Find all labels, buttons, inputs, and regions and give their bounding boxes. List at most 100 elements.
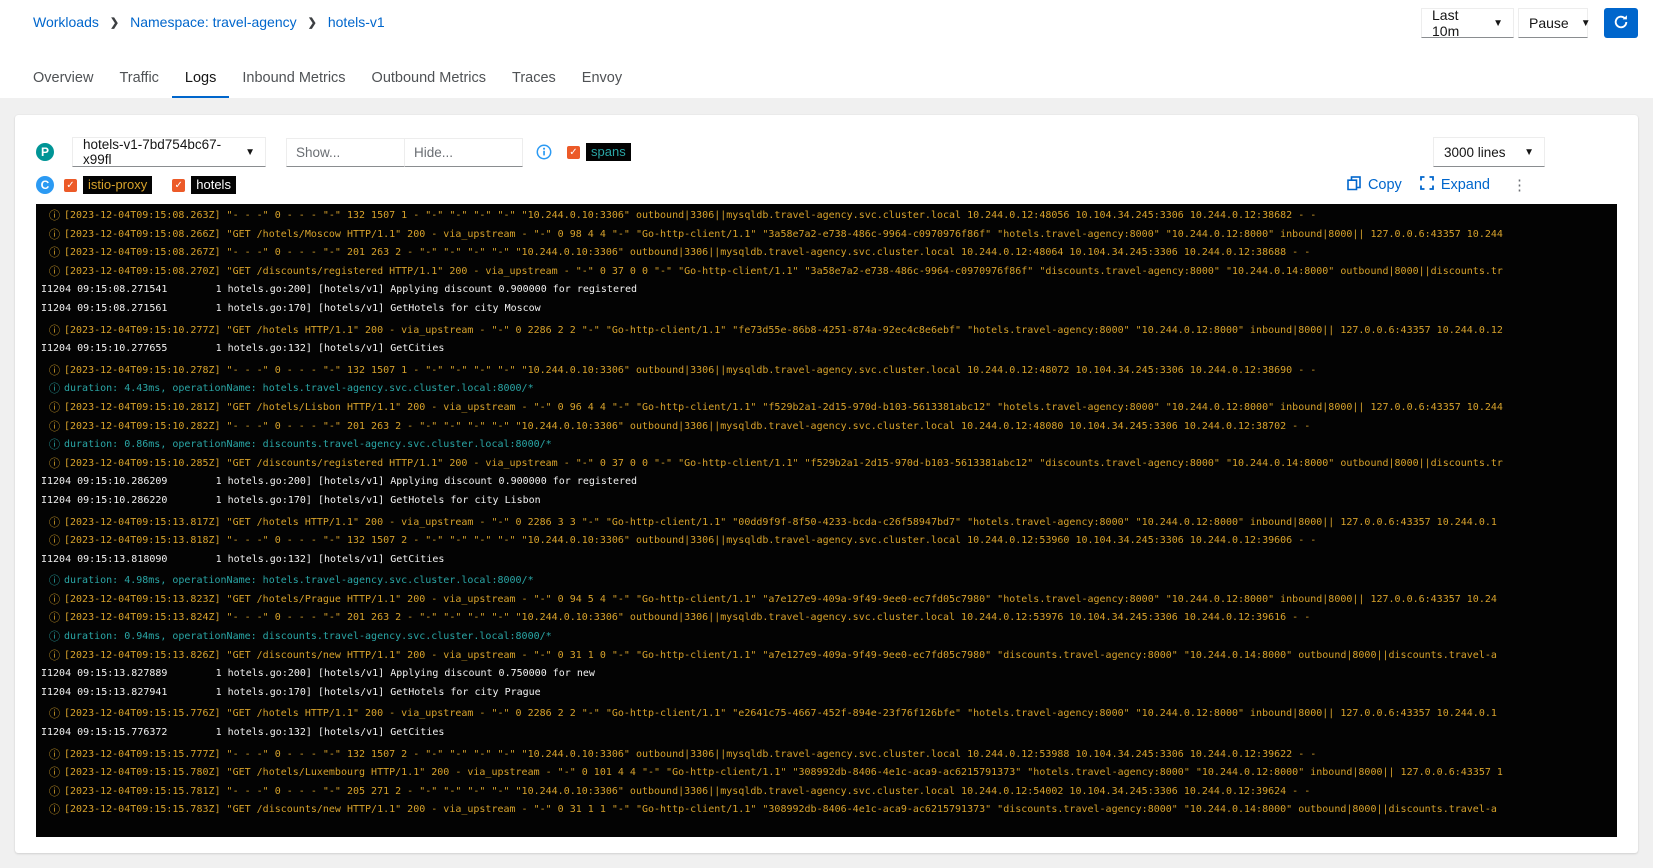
container-toggle: ✓ hotels xyxy=(172,176,236,194)
tab-outbound-metrics[interactable]: Outbound Metrics xyxy=(359,62,499,99)
spans-label[interactable]: spans xyxy=(586,143,631,161)
pod-dropdown-value: hotels-v1-7bd754bc67-x99fl xyxy=(83,137,233,167)
pod-badge: P xyxy=(36,143,54,161)
log-line: ⓘ[2023-12-04T09:15:15.777Z] "- - -" 0 - … xyxy=(41,746,1617,765)
expand-button[interactable]: Expand xyxy=(1420,176,1490,194)
container-toggles: ✓ istio-proxy ✓ hotels xyxy=(54,176,236,194)
pod-dropdown[interactable]: hotels-v1-7bd754bc67-x99fl ▼ xyxy=(72,137,266,167)
chevron-down-icon: ▼ xyxy=(233,147,255,158)
hide-filter-input[interactable] xyxy=(404,138,523,167)
tab-inbound-metrics[interactable]: Inbound Metrics xyxy=(229,62,358,99)
log-line-text: I1204 09:15:08.271541 1 hotels.go:200] [… xyxy=(41,281,637,300)
time-controls: Last 10m ▼ Pause ▼ xyxy=(1421,8,1638,38)
tab-logs[interactable]: Logs xyxy=(172,62,229,99)
log-line: ⓘ[2023-12-04T09:15:13.824Z] "- - -" 0 - … xyxy=(41,609,1617,628)
log-line-text: [2023-12-04T09:15:15.780Z] "GET /hotels/… xyxy=(64,764,1503,783)
time-range-dropdown[interactable]: Last 10m ▼ xyxy=(1421,8,1514,38)
log-line: ⓘ[2023-12-04T09:15:15.780Z] "GET /hotels… xyxy=(41,764,1617,783)
tab-bar: OverviewTrafficLogsInbound MetricsOutbou… xyxy=(0,62,1653,99)
log-line: ⓘ[2023-12-04T09:15:13.818Z] "- - -" 0 - … xyxy=(41,532,1617,551)
tab-envoy[interactable]: Envoy xyxy=(569,62,635,99)
log-line: ⓘ[2023-12-04T09:15:13.826Z] "GET /discou… xyxy=(41,647,1617,666)
log-line-text: [2023-12-04T09:15:10.277Z] "GET /hotels … xyxy=(64,322,1503,341)
copy-button[interactable]: Copy xyxy=(1347,176,1402,195)
info-circle-icon: ⓘ xyxy=(49,322,61,341)
expand-icon xyxy=(1420,176,1434,194)
container-badge: C xyxy=(36,176,54,194)
spans-checkbox[interactable]: ✓ xyxy=(567,146,580,159)
breadcrumb-item[interactable]: hotels-v1 xyxy=(328,14,385,30)
log-line: I1204 09:15:13.827889 1 hotels.go:200] [… xyxy=(41,665,1617,684)
tab-overview[interactable]: Overview xyxy=(20,62,106,99)
time-range-value: Last 10m xyxy=(1432,7,1481,39)
log-line-text: I1204 09:15:10.286220 1 hotels.go:170] [… xyxy=(41,492,541,511)
log-line-text: [2023-12-04T09:15:13.817Z] "GET /hotels … xyxy=(64,514,1497,533)
log-line-text: [2023-12-04T09:15:08.263Z] "- - -" 0 - -… xyxy=(64,207,1316,226)
log-line-text: [2023-12-04T09:15:13.818Z] "- - -" 0 - -… xyxy=(64,532,1316,551)
container-checkbox[interactable]: ✓ xyxy=(172,179,185,192)
log-line: ⓘ[2023-12-04T09:15:13.823Z] "GET /hotels… xyxy=(41,591,1617,610)
log-line-text: I1204 09:15:10.286209 1 hotels.go:200] [… xyxy=(41,473,637,492)
log-line: I1204 09:15:08.271561 1 hotels.go:170] [… xyxy=(41,300,1617,319)
info-circle-icon: ⓘ xyxy=(49,532,61,551)
refresh-button[interactable] xyxy=(1604,8,1638,38)
info-circle-icon: ⓘ xyxy=(49,764,61,783)
log-line: ⓘ[2023-12-04T09:15:15.776Z] "GET /hotels… xyxy=(41,705,1617,724)
breadcrumb-item[interactable]: Namespace: travel-agency xyxy=(130,14,297,30)
container-label[interactable]: hotels xyxy=(191,176,236,194)
info-circle-icon: ⓘ xyxy=(49,801,61,820)
refresh-interval-value: Pause xyxy=(1529,15,1569,31)
log-line-text: duration: 4.43ms, operationName: hotels.… xyxy=(64,380,534,399)
info-circle-icon: ⓘ xyxy=(49,436,61,455)
log-line: ⓘ[2023-12-04T09:15:08.266Z] "GET /hotels… xyxy=(41,226,1617,245)
log-line-text: [2023-12-04T09:15:10.281Z] "GET /hotels/… xyxy=(64,399,1503,418)
kebab-menu[interactable]: ⋮ xyxy=(1512,178,1527,193)
log-line: ⓘ[2023-12-04T09:15:15.781Z] "- - -" 0 - … xyxy=(41,783,1617,802)
log-line-text: duration: 0.94ms, operationName: discoun… xyxy=(64,628,552,647)
log-line-text: I1204 09:15:08.271561 1 hotels.go:170] [… xyxy=(41,300,541,319)
log-line-text: I1204 09:15:10.277655 1 hotels.go:132] [… xyxy=(41,340,444,359)
log-line-text: [2023-12-04T09:15:15.783Z] "GET /discoun… xyxy=(64,801,1497,820)
copy-label: Copy xyxy=(1368,177,1402,193)
log-line-text: [2023-12-04T09:15:10.278Z] "- - -" 0 - -… xyxy=(64,362,1316,381)
refresh-interval-dropdown[interactable]: Pause ▼ xyxy=(1518,8,1588,38)
chevron-right-icon: ❯ xyxy=(308,16,317,29)
log-line: I1204 09:15:10.286220 1 hotels.go:170] [… xyxy=(41,492,1617,511)
info-circle-icon: ⓘ xyxy=(49,647,61,666)
info-circle-icon: ⓘ xyxy=(49,591,61,610)
log-line: ⓘ[2023-12-04T09:15:08.267Z] "- - -" 0 - … xyxy=(41,244,1617,263)
log-line-text: I1204 09:15:15.776372 1 hotels.go:132] [… xyxy=(41,724,444,743)
log-line-text: I1204 09:15:13.818090 1 hotels.go:132] [… xyxy=(41,551,444,570)
info-icon[interactable] xyxy=(536,144,552,160)
log-line: I1204 09:15:13.827941 1 hotels.go:170] [… xyxy=(41,684,1617,703)
content-section: P hotels-v1-7bd754bc67-x99fl ▼ ✓ spans 3… xyxy=(0,98,1653,868)
container-label[interactable]: istio-proxy xyxy=(83,176,152,194)
log-line: ⓘduration: 4.43ms, operationName: hotels… xyxy=(41,380,1617,399)
info-circle-icon: ⓘ xyxy=(49,244,61,263)
info-circle-icon: ⓘ xyxy=(49,783,61,802)
info-circle-icon: ⓘ xyxy=(49,514,61,533)
chevron-down-icon: ▼ xyxy=(1569,18,1591,29)
log-line-text: [2023-12-04T09:15:13.823Z] "GET /hotels/… xyxy=(64,591,1497,610)
log-pane[interactable]: ⓘ[2023-12-04T09:15:08.263Z] "- - -" 0 - … xyxy=(36,204,1617,837)
lines-dropdown[interactable]: 3000 lines ▼ xyxy=(1433,137,1545,167)
log-line: ⓘduration: 0.86ms, operationName: discou… xyxy=(41,436,1617,455)
tab-traffic[interactable]: Traffic xyxy=(106,62,171,99)
info-circle-icon: ⓘ xyxy=(49,609,61,628)
info-circle-icon: ⓘ xyxy=(49,455,61,474)
log-line-text: duration: 0.86ms, operationName: discoun… xyxy=(64,436,552,455)
log-line: ⓘ[2023-12-04T09:15:08.263Z] "- - -" 0 - … xyxy=(41,207,1617,226)
breadcrumb-item[interactable]: Workloads xyxy=(33,14,99,30)
log-line-text: duration: 4.98ms, operationName: hotels.… xyxy=(64,572,534,591)
show-filter-input[interactable] xyxy=(286,138,405,167)
copy-icon xyxy=(1347,176,1361,195)
log-line-text: [2023-12-04T09:15:08.267Z] "- - -" 0 - -… xyxy=(64,244,1310,263)
log-line: ⓘ[2023-12-04T09:15:15.783Z] "GET /discou… xyxy=(41,801,1617,820)
tab-traces[interactable]: Traces xyxy=(499,62,569,99)
logs-card: P hotels-v1-7bd754bc67-x99fl ▼ ✓ spans 3… xyxy=(15,115,1638,853)
log-line: ⓘ[2023-12-04T09:15:10.285Z] "GET /discou… xyxy=(41,455,1617,474)
sync-icon xyxy=(1613,14,1629,33)
info-circle-icon: ⓘ xyxy=(49,628,61,647)
container-checkbox[interactable]: ✓ xyxy=(64,179,77,192)
log-line: ⓘ[2023-12-04T09:15:10.278Z] "- - -" 0 - … xyxy=(41,362,1617,381)
